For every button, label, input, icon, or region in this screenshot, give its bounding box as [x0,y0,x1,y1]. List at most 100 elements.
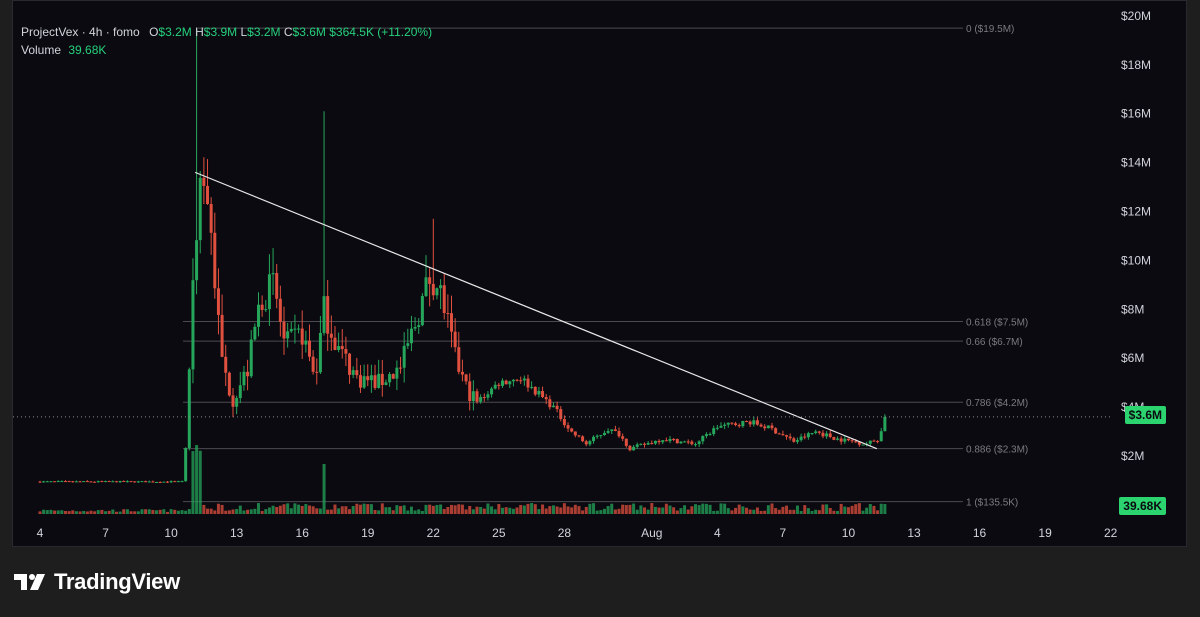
volume-bar [581,510,585,514]
x-tick-label: 13 [230,526,244,540]
x-axis: 4 7 10 13 16 19 22 25 28 Aug 4 7 10 13 16 19 22 [37,526,1118,540]
candle-body [672,438,676,440]
volume-bar [399,506,403,514]
volume-bar [799,510,803,514]
candle-body [133,481,137,483]
candle-body [453,331,457,348]
volume-bar [129,511,133,514]
trendline[interactable] [194,171,878,450]
volume-bar [53,510,57,514]
volume-bar [209,508,213,514]
symbol-label[interactable]: ProjectVex · 4h · fomo [21,25,140,39]
volume-bar [60,510,64,514]
volume-bar [730,510,734,514]
volume-bar [803,505,807,514]
volume-bar [610,503,614,514]
candle-body [333,337,337,350]
candle-body [468,381,472,402]
candle-body [74,481,78,483]
chart-panel[interactable]: 0 ($19.5M) 0.618 ($7.5M) 0.66 ($6.7M) 0.786… [12,0,1187,547]
volume-label[interactable]: Volume [21,43,61,57]
price-chart[interactable]: 0 ($19.5M) 0.618 ($7.5M) 0.66 ($6.7M) 0.786… [13,1,1187,547]
x-tick-label: 7 [102,526,109,540]
candle-body [635,444,639,447]
candle-body [198,177,202,241]
volume-bar [176,510,180,514]
volume-bar [322,464,326,514]
volume-bar [817,510,821,514]
candle-body [839,438,843,442]
tradingview-brand[interactable]: TradingView [14,567,180,597]
x-tick-label: 19 [361,526,375,540]
candle-body [803,436,807,438]
y-tick-label: $6M [1121,351,1144,365]
volume-bar [500,507,504,514]
volume-bar [366,504,370,514]
volume-bar [497,504,501,514]
candle-body [650,443,654,445]
volume-bar [326,509,330,514]
candle-body [471,391,475,402]
candle-body [195,240,199,281]
volume-bar [573,504,577,514]
volume-bar [810,510,814,514]
candle-body [785,435,789,437]
volume-bar [664,503,668,514]
candle-body [788,436,792,439]
candle-body [741,421,745,427]
candle-body [522,378,526,381]
candle-body [530,386,534,388]
candle-body [748,421,752,425]
volume-bar [114,511,118,514]
volume-bar [235,509,239,514]
candle-body [293,328,297,330]
volume-bar [409,506,413,514]
candle-body [475,391,479,402]
volume-bar [555,506,559,514]
candle-body [362,376,366,388]
high-value: $3.9M [203,25,238,39]
candle-body [515,379,519,381]
volume-bar [635,509,639,514]
candle-body [876,441,880,443]
candle-body [442,285,446,314]
candle-body [209,204,213,233]
volume-bar [639,505,643,514]
candle-body [450,313,454,332]
volume-bar [868,504,872,514]
tradingview-logo-icon [14,574,45,590]
volume-bar [224,510,228,514]
candle-body [755,420,759,425]
candle-body [730,422,734,424]
volume-bar [486,503,490,514]
volume-bar [464,509,468,514]
volume-bar [96,510,100,514]
volume-bar [282,504,286,514]
volume-bar [719,503,723,514]
candle-body [668,438,672,442]
candle-body [377,373,381,388]
volume-bar [723,503,727,514]
volume-bar [267,507,271,514]
candle-body [417,325,421,328]
candle-body [384,382,388,385]
candle-body [613,429,617,432]
volume-bar [450,504,454,514]
volume-bar [777,509,781,514]
fib-retracement: 0 ($19.5M) 0.618 ($7.5M) 0.66 ($6.7M) 0.786… [183,24,1028,509]
fib-level-label: 1 ($135.5K) [966,498,1018,509]
volume-bar [668,505,672,514]
candle-body [82,481,86,483]
x-tick-label: 4 [37,526,44,540]
volume-bar [107,510,111,514]
volume-bar [118,511,122,514]
volume-bar [242,510,246,514]
volume-bar [774,508,778,514]
candle-body [60,481,64,483]
volume-bar [879,503,883,514]
volume-bar [683,505,687,514]
volume-bar [861,510,865,514]
volume-bar [231,509,235,514]
candle-body [482,397,486,399]
volume-bar [348,509,352,514]
